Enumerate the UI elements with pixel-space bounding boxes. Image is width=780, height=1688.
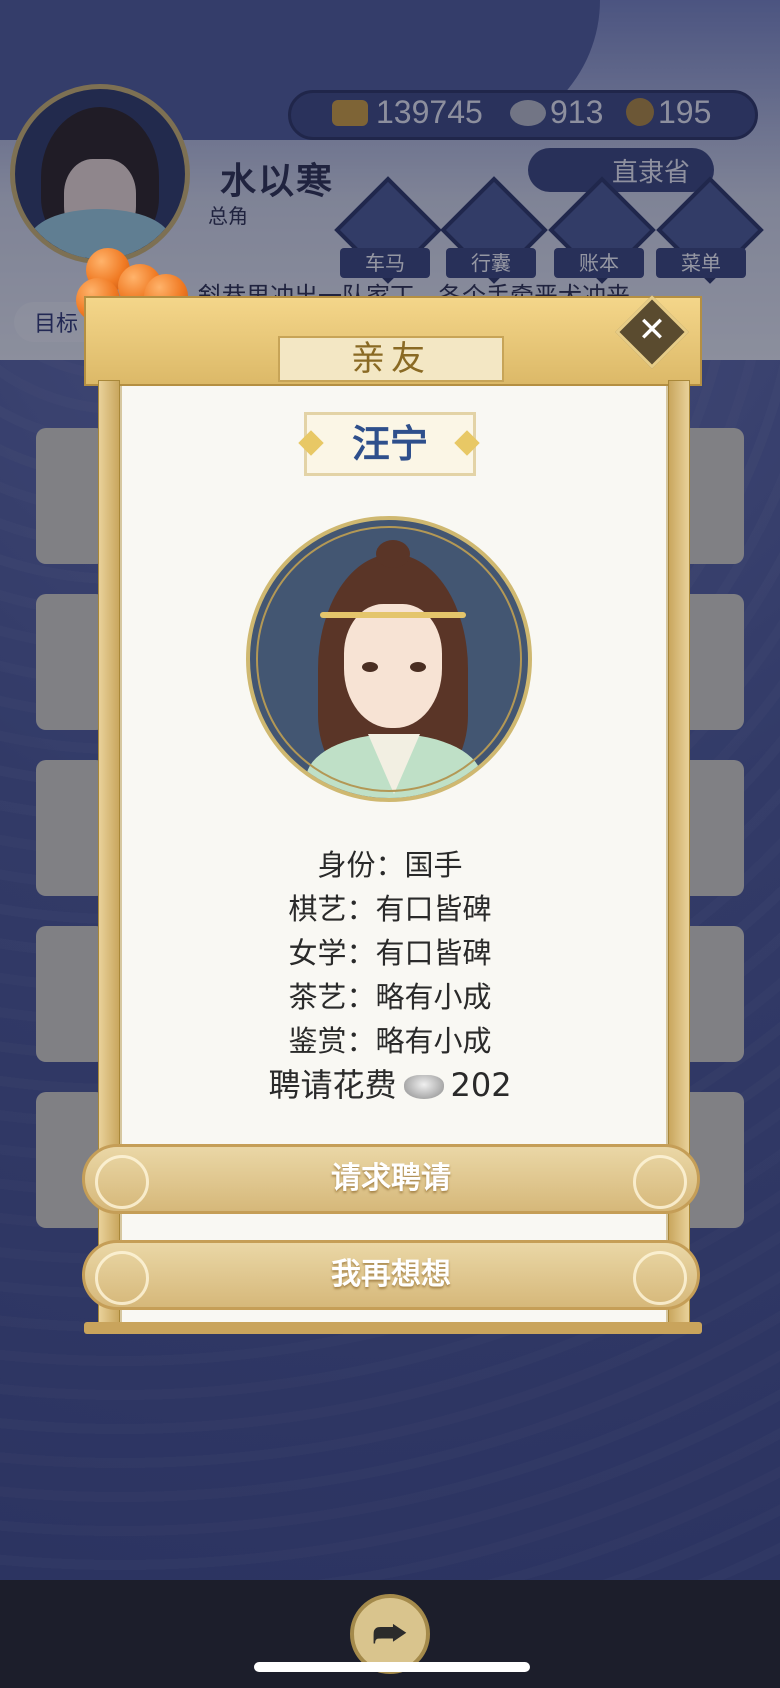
portrait-headband: [320, 612, 466, 618]
portrait-eye: [362, 662, 378, 672]
portrait-eye: [410, 662, 426, 672]
home-indicator: [254, 1662, 530, 1672]
reconsider-label[interactable]: 我再想想: [82, 1240, 700, 1310]
close-icon[interactable]: ✕: [626, 304, 678, 356]
person-portrait: [246, 516, 532, 802]
silver-ingot-icon: [404, 1075, 445, 1099]
fee-value: 202: [450, 1066, 512, 1104]
portrait-face: [344, 604, 442, 728]
modal-title: 亲友: [351, 339, 431, 379]
fee-label: 聘请花费: [268, 1066, 397, 1104]
request-hire-label[interactable]: 请求聘请: [82, 1144, 700, 1214]
info-literature: 女学：有口皆碑: [288, 936, 492, 970]
portrait-collar: [368, 734, 420, 794]
info-identity: 身份：国手: [317, 848, 463, 882]
info-appraisal: 鉴赏：略有小成: [288, 1024, 492, 1058]
info-tea: 茶艺：略有小成: [288, 980, 492, 1014]
portrait-bun: [376, 540, 410, 568]
hire-fee-row: 聘请花费 202: [186, 1060, 594, 1106]
info-chess: 棋艺：有口皆碑: [288, 892, 492, 926]
modal-base: [84, 1322, 702, 1334]
portrait-hair: [318, 554, 468, 784]
person-name: 汪宁: [351, 421, 428, 466]
portrait-body: [306, 734, 482, 798]
